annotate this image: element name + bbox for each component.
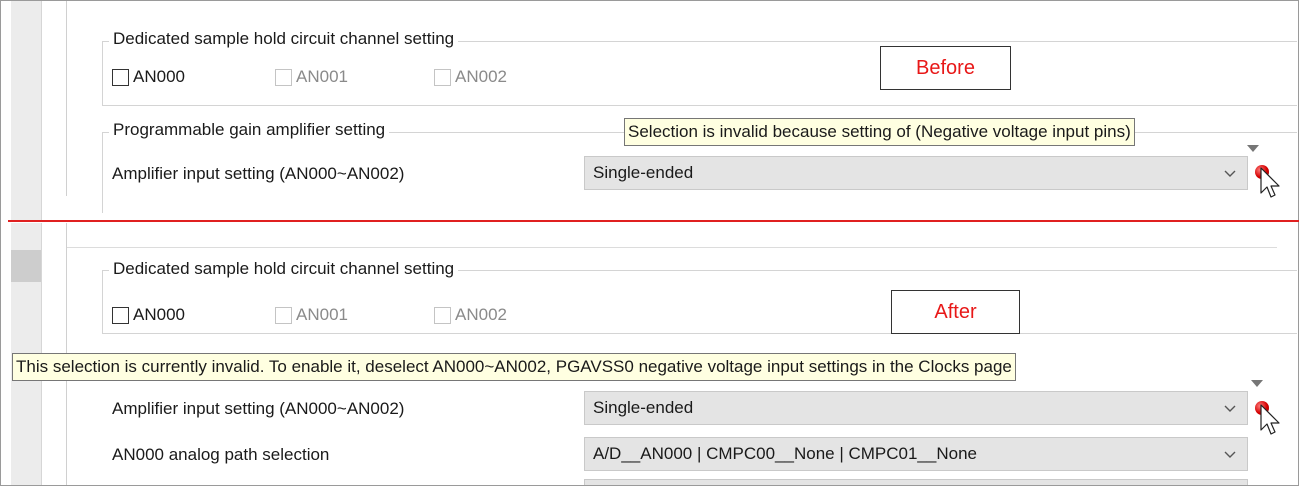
chevron-down-icon xyxy=(1224,170,1236,177)
checkbox-box[interactable] xyxy=(112,68,129,86)
analog-path-value: A/D__AN000 | CMPC00__None | CMPC01__None xyxy=(593,444,977,463)
before-tag: Before xyxy=(880,46,1011,90)
checkbox-an001: AN001 xyxy=(275,67,348,87)
checkbox-label: AN000 xyxy=(133,305,185,324)
sample-hold-group-title: Dedicated sample hold circuit channel se… xyxy=(109,29,459,49)
analog-path-label: AN000 analog path selection xyxy=(112,445,330,464)
section-separator xyxy=(67,247,1277,248)
checkbox-label: AN001 xyxy=(296,67,348,86)
next-field-select[interactable] xyxy=(584,479,1248,485)
tooltip-tail xyxy=(1251,380,1263,387)
checkbox-box xyxy=(434,306,451,324)
checkbox-label: AN000 xyxy=(133,67,185,86)
chevron-down-icon xyxy=(1224,451,1236,458)
checkbox-an000[interactable]: AN000 xyxy=(112,305,185,325)
before-panel: Dedicated sample hold circuit channel se… xyxy=(1,1,1297,220)
mouse-pointer-icon xyxy=(1260,167,1280,198)
after-tag: After xyxy=(891,290,1020,334)
mouse-pointer-icon xyxy=(1260,404,1280,435)
amplifier-input-value: Single-ended xyxy=(593,398,694,417)
checkbox-an002: AN002 xyxy=(434,67,507,87)
amplifier-input-value: Single-ended xyxy=(593,163,694,182)
checkbox-box xyxy=(434,68,451,86)
before-after-divider xyxy=(8,220,1299,222)
amplifier-input-label: Amplifier input setting (AN000~AN002) xyxy=(112,164,405,183)
checkbox-label: AN001 xyxy=(296,305,348,324)
pga-group-title: Programmable gain amplifier setting xyxy=(109,120,390,140)
amplifier-input-label: Amplifier input setting (AN000~AN002) xyxy=(112,399,405,418)
checkbox-box[interactable] xyxy=(112,306,129,324)
checkbox-box xyxy=(275,306,292,324)
tooltip-text: Selection is invalid because setting of … xyxy=(628,122,1131,141)
checkbox-label: AN002 xyxy=(455,67,507,86)
invalid-selection-tooltip: This selection is currently invalid. To … xyxy=(12,353,1263,387)
tooltip-text: This selection is currently invalid. To … xyxy=(16,357,1012,376)
amplifier-input-select[interactable]: Single-ended xyxy=(584,391,1248,425)
scrollbar-thumb[interactable] xyxy=(11,250,41,282)
tooltip-tail xyxy=(1247,145,1259,152)
checkbox-an000[interactable]: AN000 xyxy=(112,67,185,87)
scroll-gutter[interactable] xyxy=(11,1,42,220)
checkbox-an002: AN002 xyxy=(434,305,507,325)
chevron-down-icon xyxy=(1224,405,1236,412)
checkbox-label: AN002 xyxy=(455,305,507,324)
checkbox-box xyxy=(275,68,292,86)
analog-path-select[interactable]: A/D__AN000 | CMPC00__None | CMPC01__None xyxy=(584,437,1248,471)
indent-line xyxy=(66,1,67,196)
after-panel: Dedicated sample hold circuit channel se… xyxy=(1,223,1297,485)
checkbox-an001: AN001 xyxy=(275,305,348,325)
sample-hold-group-title: Dedicated sample hold circuit channel se… xyxy=(109,259,459,279)
amplifier-input-select[interactable]: Single-ended xyxy=(584,156,1248,190)
invalid-selection-tooltip: Selection is invalid because setting of … xyxy=(624,118,1259,152)
